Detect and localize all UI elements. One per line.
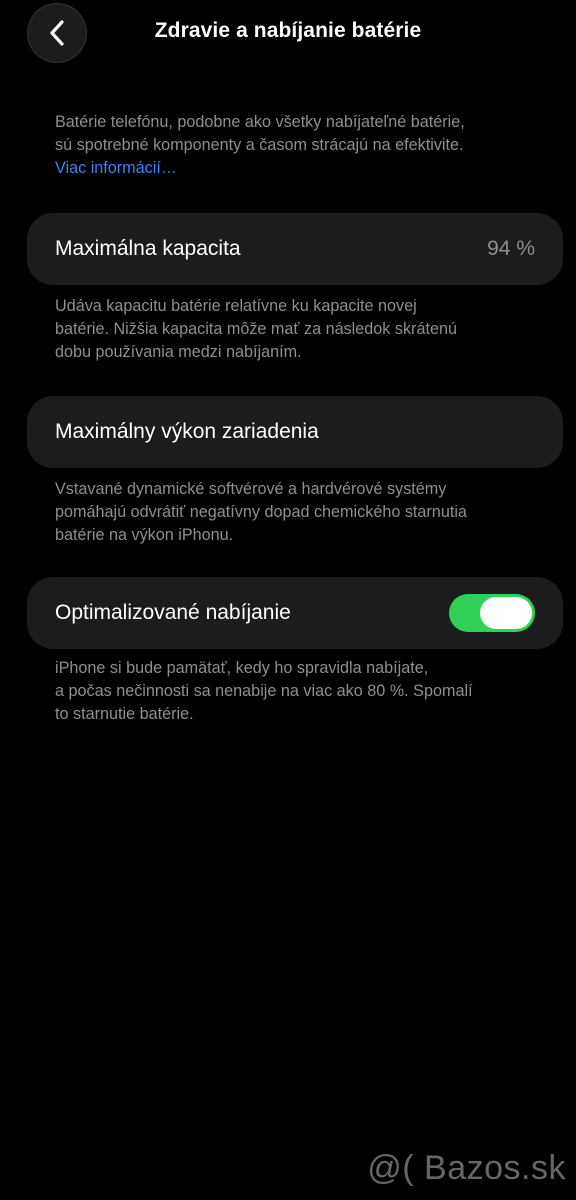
optimized-charging-footnote: iPhone si bude pamätať, kedy ho spravidl… (55, 657, 545, 726)
navigation-bar: Zdravie a nabíjanie batérie (0, 0, 576, 66)
footnote-line: iPhone si bude pamätať, kedy ho spravidl… (55, 659, 429, 677)
peak-performance-footnote: Vstavané dynamické softvérové a hardvéro… (55, 478, 545, 547)
chevron-left-icon (50, 20, 64, 46)
max-capacity-row: Maximálna kapacita 94 % (27, 213, 563, 285)
footnote-line: a počas nečinnosti sa nenabije na viac a… (55, 682, 473, 700)
footnote-line: Udáva kapacitu batérie relatívne ku kapa… (55, 297, 417, 315)
more-info-link[interactable]: Viac informácií… (55, 157, 545, 180)
peak-performance-row: Maximálny výkon zariadenia (27, 396, 563, 468)
optimized-charging-label: Optimalizované nabíjanie (55, 601, 291, 624)
footnote-line: batérie. Nižšia kapacita môže mať za nás… (55, 320, 457, 338)
footnote-line: dobu používania medzi nabíjaním. (55, 343, 302, 361)
intro-text: Batérie telefónu, podobne ako všetky nab… (55, 111, 545, 180)
intro-line: Batérie telefónu, podobne ako všetky nab… (55, 113, 465, 131)
footnote-line: batérie na výkon iPhonu. (55, 526, 234, 544)
optimized-charging-row: Optimalizované nabíjanie (27, 577, 563, 649)
footnote-line: to starnutie batérie. (55, 705, 194, 723)
footnote-line: Vstavané dynamické softvérové a hardvéro… (55, 480, 447, 498)
max-capacity-value: 94 % (487, 237, 535, 260)
page-title: Zdravie a nabíjanie batérie (154, 19, 422, 42)
optimized-charging-toggle[interactable] (449, 594, 535, 632)
toggle-knob (480, 597, 532, 629)
back-button[interactable] (27, 3, 87, 63)
max-capacity-label: Maximálna kapacita (55, 237, 241, 260)
footnote-line: pomáhajú odvrátiť negatívny dopad chemic… (55, 503, 467, 521)
max-capacity-footnote: Udáva kapacitu batérie relatívne ku kapa… (55, 295, 545, 364)
peak-performance-label: Maximálny výkon zariadenia (55, 420, 319, 443)
intro-line: sú spotrebné komponenty a časom strácajú… (55, 136, 464, 154)
watermark: @( Bazos.sk (367, 1149, 566, 1187)
